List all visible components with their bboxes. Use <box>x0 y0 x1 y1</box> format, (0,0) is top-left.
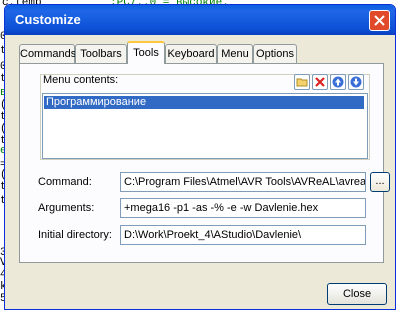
title-bar[interactable]: Customize <box>5 5 395 35</box>
tab-options[interactable]: Options <box>253 44 297 63</box>
close-button[interactable]: Close <box>327 283 387 305</box>
command-input[interactable]: C:\Program Files\Atmel\AVR Tools\AVReAL\… <box>120 172 366 192</box>
close-icon <box>374 15 385 26</box>
tab-menu[interactable]: Menu <box>217 44 253 63</box>
initial-directory-input[interactable]: D:\Work\Proekt_4\AStudio\Davlenie\ <box>120 225 366 245</box>
customize-dialog: Customize Commands Toolbars Tools Keyboa… <box>4 4 396 310</box>
arguments-label: Arguments: <box>38 202 95 214</box>
delete-icon[interactable] <box>312 74 328 90</box>
tab-toolbars[interactable]: Toolbars <box>75 44 127 63</box>
tab-commands[interactable]: Commands <box>19 44 76 63</box>
list-item[interactable]: Программирование <box>44 96 364 109</box>
command-label: Command: <box>38 176 92 188</box>
tools-panel: Menu contents: Программирование Command:… <box>19 63 390 263</box>
browse-button[interactable]: ... <box>370 172 390 192</box>
new-folder-icon[interactable] <box>294 74 310 90</box>
tab-keyboard[interactable]: Keyboard <box>165 44 217 63</box>
close-window-button[interactable] <box>369 10 390 31</box>
move-down-icon[interactable] <box>348 74 364 90</box>
menu-contents-label: Menu contents: <box>43 74 119 86</box>
tab-tools[interactable]: Tools <box>127 41 165 64</box>
menu-contents-group: Menu contents: Программирование <box>40 74 370 160</box>
menu-contents-list[interactable]: Программирование <box>42 93 368 159</box>
dialog-title: Customize <box>15 12 81 27</box>
arguments-input[interactable]: +mega16 -p1 -as -% -e -w Davlenie.hex <box>120 198 366 218</box>
initial-directory-label: Initial directory: <box>38 229 112 241</box>
move-up-icon[interactable] <box>330 74 346 90</box>
